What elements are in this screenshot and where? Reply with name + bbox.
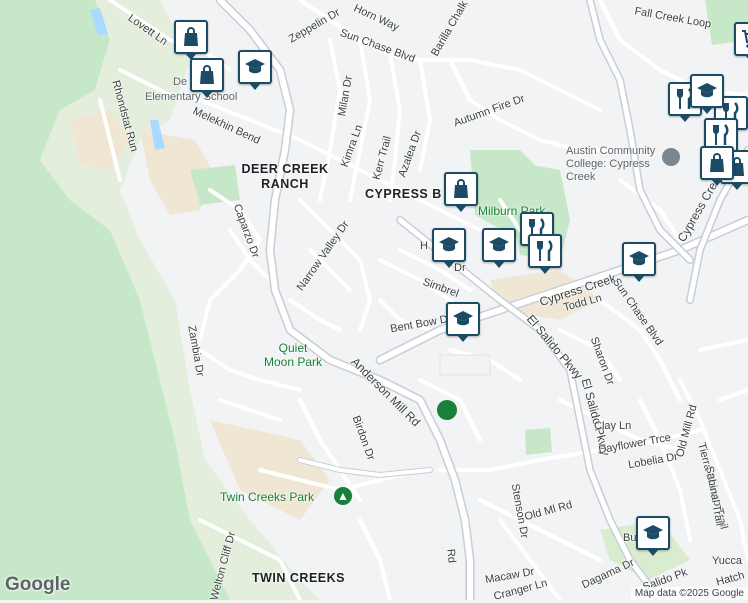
college-icon[interactable] bbox=[662, 148, 680, 166]
school-marker[interactable] bbox=[636, 516, 670, 556]
road-label: H bbox=[420, 240, 428, 252]
place-pin-icon[interactable] bbox=[437, 400, 457, 420]
graduation-cap-icon bbox=[629, 251, 649, 266]
poi-label: De bbox=[173, 76, 188, 88]
road-label: Bu bbox=[623, 532, 637, 544]
graduation-cap-icon bbox=[439, 237, 459, 252]
poi-label: Austin Community College: Cypress Creek bbox=[566, 145, 656, 183]
graduation-cap-icon bbox=[489, 237, 509, 252]
shopping-bag-icon bbox=[710, 153, 724, 172]
school-marker[interactable] bbox=[622, 242, 656, 282]
fork-knife-icon bbox=[537, 240, 553, 261]
shopping-cart-icon bbox=[742, 30, 748, 48]
graduation-cap-icon bbox=[453, 311, 473, 326]
road-label: Dr bbox=[454, 262, 466, 274]
google-logo[interactable]: Google bbox=[5, 574, 70, 596]
school-marker[interactable] bbox=[238, 50, 272, 90]
school-marker[interactable] bbox=[482, 228, 516, 268]
shopping-bag-icon bbox=[200, 65, 214, 84]
area-label: TWIN CREEKS bbox=[252, 571, 345, 585]
map-attribution[interactable]: Map data ©2025 Google bbox=[630, 587, 748, 600]
shopping-marker[interactable] bbox=[190, 58, 224, 98]
shopping-marker[interactable] bbox=[700, 146, 734, 186]
school-marker[interactable] bbox=[446, 302, 480, 342]
school-marker[interactable] bbox=[432, 228, 466, 268]
graduation-cap-icon bbox=[643, 525, 663, 540]
shopping-marker[interactable] bbox=[174, 20, 208, 60]
graduation-cap-icon bbox=[245, 59, 265, 74]
graduation-cap-icon bbox=[697, 83, 717, 98]
shopping-marker[interactable] bbox=[444, 172, 478, 212]
shopping-marker[interactable] bbox=[734, 22, 748, 62]
park-label: Twin Creeks Park bbox=[220, 490, 315, 504]
area-label: CYPRESS B bbox=[365, 187, 442, 201]
fork-knife-icon bbox=[713, 124, 729, 145]
road-label: Clay Ln bbox=[594, 420, 632, 432]
school-marker[interactable] bbox=[690, 74, 724, 114]
shopping-bag-icon bbox=[184, 27, 198, 46]
poi-label: Elementary School bbox=[145, 91, 238, 103]
park-label: Quiet Moon Park bbox=[263, 341, 323, 369]
area-label: DEER CREEK RANCH bbox=[241, 162, 329, 191]
restaurant-marker[interactable] bbox=[528, 234, 562, 274]
road-label: Yucca bbox=[712, 555, 742, 567]
shopping-bag-icon bbox=[454, 179, 468, 198]
road-label: Rd bbox=[444, 548, 458, 564]
park-icon[interactable]: ▲ bbox=[334, 487, 352, 505]
